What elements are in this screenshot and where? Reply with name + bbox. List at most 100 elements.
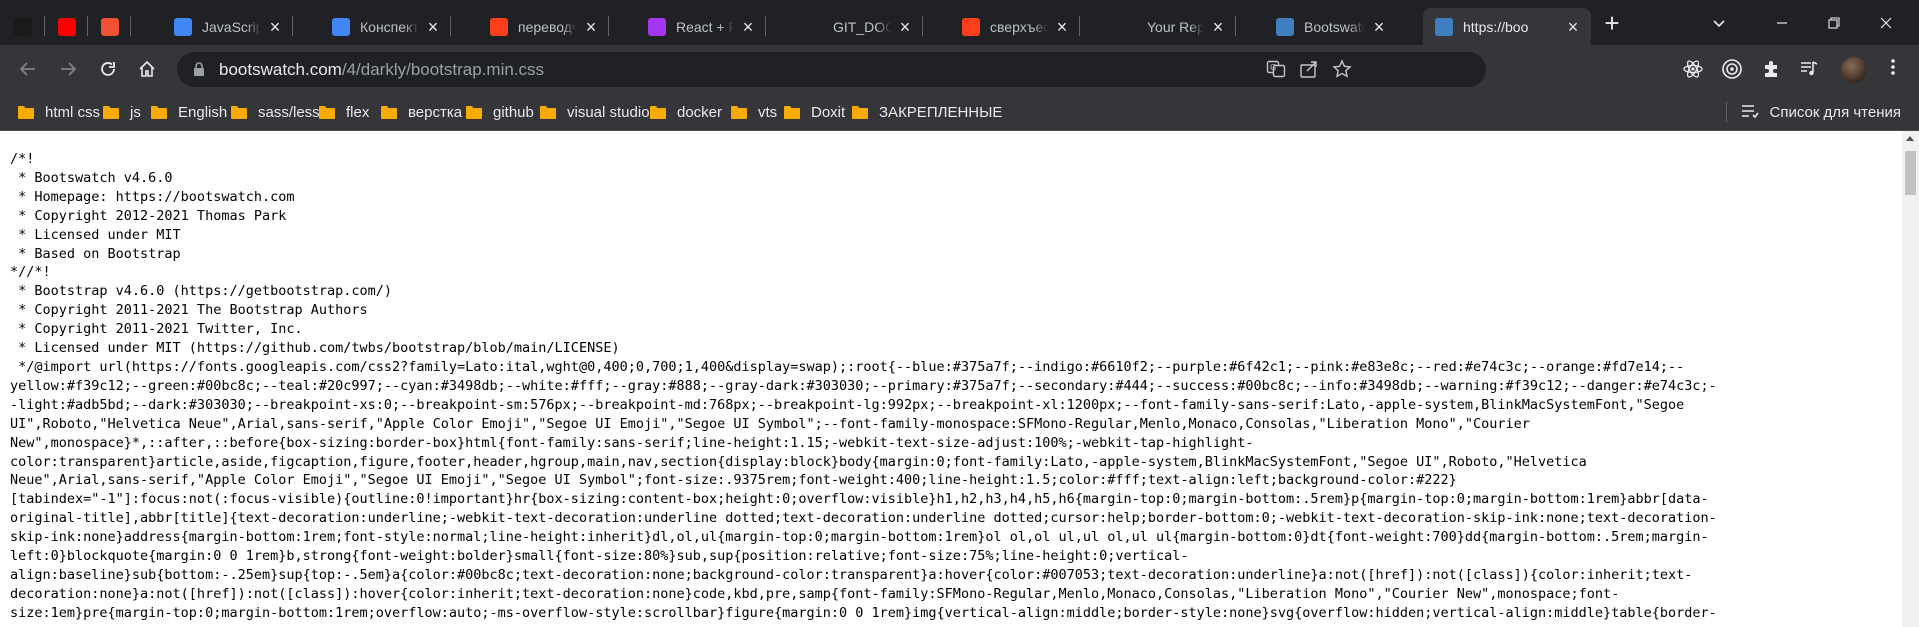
share-button[interactable] <box>1297 57 1321 81</box>
css-source-text: /*! * Bootswatch v4.6.0 * Homepage: http… <box>10 151 1717 621</box>
bookmark-star-button[interactable] <box>1330 57 1354 81</box>
folder-icon <box>18 105 34 119</box>
tab-close-icon[interactable]: × <box>1054 18 1070 36</box>
media-control-button[interactable] <box>1797 57 1821 81</box>
folder-icon <box>540 105 556 119</box>
browser-tab[interactable]: переводчи × <box>478 8 609 45</box>
react-atom-icon <box>1683 60 1703 78</box>
bookmark-folder[interactable]: English <box>151 101 227 123</box>
browser-tab[interactable]: JavaScript - × <box>162 8 293 45</box>
reading-list-button[interactable]: Список для чтения <box>1726 101 1901 123</box>
tab-separator <box>765 16 766 36</box>
browser-tab[interactable] <box>45 8 88 45</box>
github-icon <box>1119 17 1137 36</box>
bookmark-label: docker <box>677 103 723 121</box>
new-tab-button[interactable]: + <box>1598 10 1626 38</box>
google-docs-icon <box>332 17 350 36</box>
bookmark-folder[interactable]: html css <box>18 101 100 123</box>
bookmark-folder[interactable]: vts <box>731 101 777 123</box>
scroll-up-arrow-icon[interactable] <box>1906 136 1914 141</box>
scrollbar-thumb[interactable] <box>1905 151 1916 195</box>
puzzle-icon <box>1765 61 1777 77</box>
yandex-icon <box>962 17 980 36</box>
restore-button[interactable] <box>1811 0 1857 45</box>
bookmark-folder[interactable]: Doxit <box>784 101 845 123</box>
playlist-music-icon <box>1801 61 1818 76</box>
google-docs-icon <box>174 17 192 36</box>
tab-title: React + Red <box>676 18 734 35</box>
bookmark-folder[interactable]: docker <box>650 101 722 123</box>
browser-tab[interactable]: сверхъестест × <box>950 8 1080 45</box>
bookmark-folder[interactable]: ЗАКРЕПЛЕННЫЕ <box>852 101 1002 123</box>
folder-icon <box>319 105 335 119</box>
extensions-button[interactable] <box>1760 57 1784 81</box>
vertical-scrollbar[interactable] <box>1902 131 1919 627</box>
bookmarks-divider <box>1726 102 1728 122</box>
tab-close-icon[interactable]: × <box>425 18 441 36</box>
tab-title: Your Reposi <box>1147 18 1204 35</box>
tab-close-icon[interactable]: × <box>1565 18 1581 36</box>
bookmark-label: github <box>493 103 534 121</box>
folder-icon <box>650 105 666 119</box>
github-icon <box>805 17 823 36</box>
tab-separator <box>292 16 293 36</box>
url-host: bootswatch.com <box>219 60 342 79</box>
restore-icon <box>1828 16 1840 29</box>
tab-close-icon[interactable]: × <box>267 18 283 36</box>
bookmark-label: visual studio <box>567 103 650 121</box>
minimize-button[interactable] <box>1759 0 1805 45</box>
bookmark-folder[interactable]: sass/less <box>231 101 320 123</box>
browser-tab[interactable]: Конспект д × <box>320 8 451 45</box>
tab-close-icon[interactable]: × <box>897 18 913 36</box>
tab-separator <box>922 16 923 36</box>
browser-tab[interactable] <box>0 8 45 45</box>
translate-button[interactable]: G <box>1264 57 1288 81</box>
bookmarks-bar: html css js English sass/less flex верстка git… <box>0 93 1919 131</box>
minimize-icon <box>1777 21 1787 24</box>
extension-2-button[interactable] <box>1720 57 1744 81</box>
browser-menu-button[interactable] <box>1890 57 1896 83</box>
tab-separator <box>608 16 609 36</box>
close-window-button[interactable] <box>1863 0 1909 45</box>
tab-close-icon[interactable]: × <box>583 18 599 36</box>
reload-button[interactable] <box>94 55 122 83</box>
forward-button[interactable] <box>54 55 82 83</box>
browser-tab[interactable]: GIT_DOC/0( × <box>793 8 923 45</box>
browser-tab[interactable]: https://boo × <box>1423 8 1591 45</box>
browser-tab[interactable] <box>88 8 131 45</box>
folder-icon <box>466 105 482 119</box>
folder-icon <box>231 105 247 119</box>
share-icon <box>1300 61 1317 78</box>
browser-tab[interactable]: React + Red × <box>636 8 766 45</box>
folder-icon <box>103 105 119 119</box>
tab-close-icon[interactable]: × <box>740 18 756 36</box>
git-icon <box>100 17 119 36</box>
browser-tab[interactable]: Bootswatch × <box>1264 8 1397 45</box>
address-url[interactable]: bootswatch.com/4/darkly/bootstrap.min.cs… <box>219 52 544 87</box>
redux-target-icon <box>1722 59 1742 79</box>
bookmark-folder[interactable]: верстка <box>381 101 462 123</box>
profile-avatar[interactable] <box>1841 57 1867 83</box>
back-button[interactable] <box>14 55 42 83</box>
extension-1-button[interactable] <box>1681 57 1705 81</box>
folder-icon <box>731 105 747 119</box>
bookmark-folder[interactable]: flex <box>319 101 369 123</box>
bookmark-label: English <box>178 103 228 121</box>
folder-icon <box>151 105 167 119</box>
browser-tab[interactable]: Your Reposi × <box>1107 8 1236 45</box>
tab-title: GIT_DOC/0( <box>833 18 891 35</box>
tab-strip: JavaScript - × Конспект д× переводчи× React… <box>0 0 1919 45</box>
lock-icon[interactable] <box>192 61 206 77</box>
bookmark-folder[interactable]: js <box>103 101 141 123</box>
more-vertical-icon <box>1891 59 1895 75</box>
home-button[interactable] <box>133 55 161 83</box>
tab-close-icon[interactable]: × <box>1210 18 1226 36</box>
folder-icon <box>852 105 868 119</box>
bookmark-folder[interactable]: visual studio <box>540 101 650 123</box>
tab-search-button[interactable] <box>1696 0 1742 45</box>
bookmark-folder[interactable]: github <box>466 101 534 123</box>
url-path: /4/darkly/bootstrap.min.css <box>341 60 545 79</box>
address-bar[interactable]: bootswatch.com/4/darkly/bootstrap.min.cs… <box>177 52 1486 87</box>
tab-close-icon[interactable]: × <box>1371 18 1387 36</box>
tab-separator <box>450 16 451 36</box>
